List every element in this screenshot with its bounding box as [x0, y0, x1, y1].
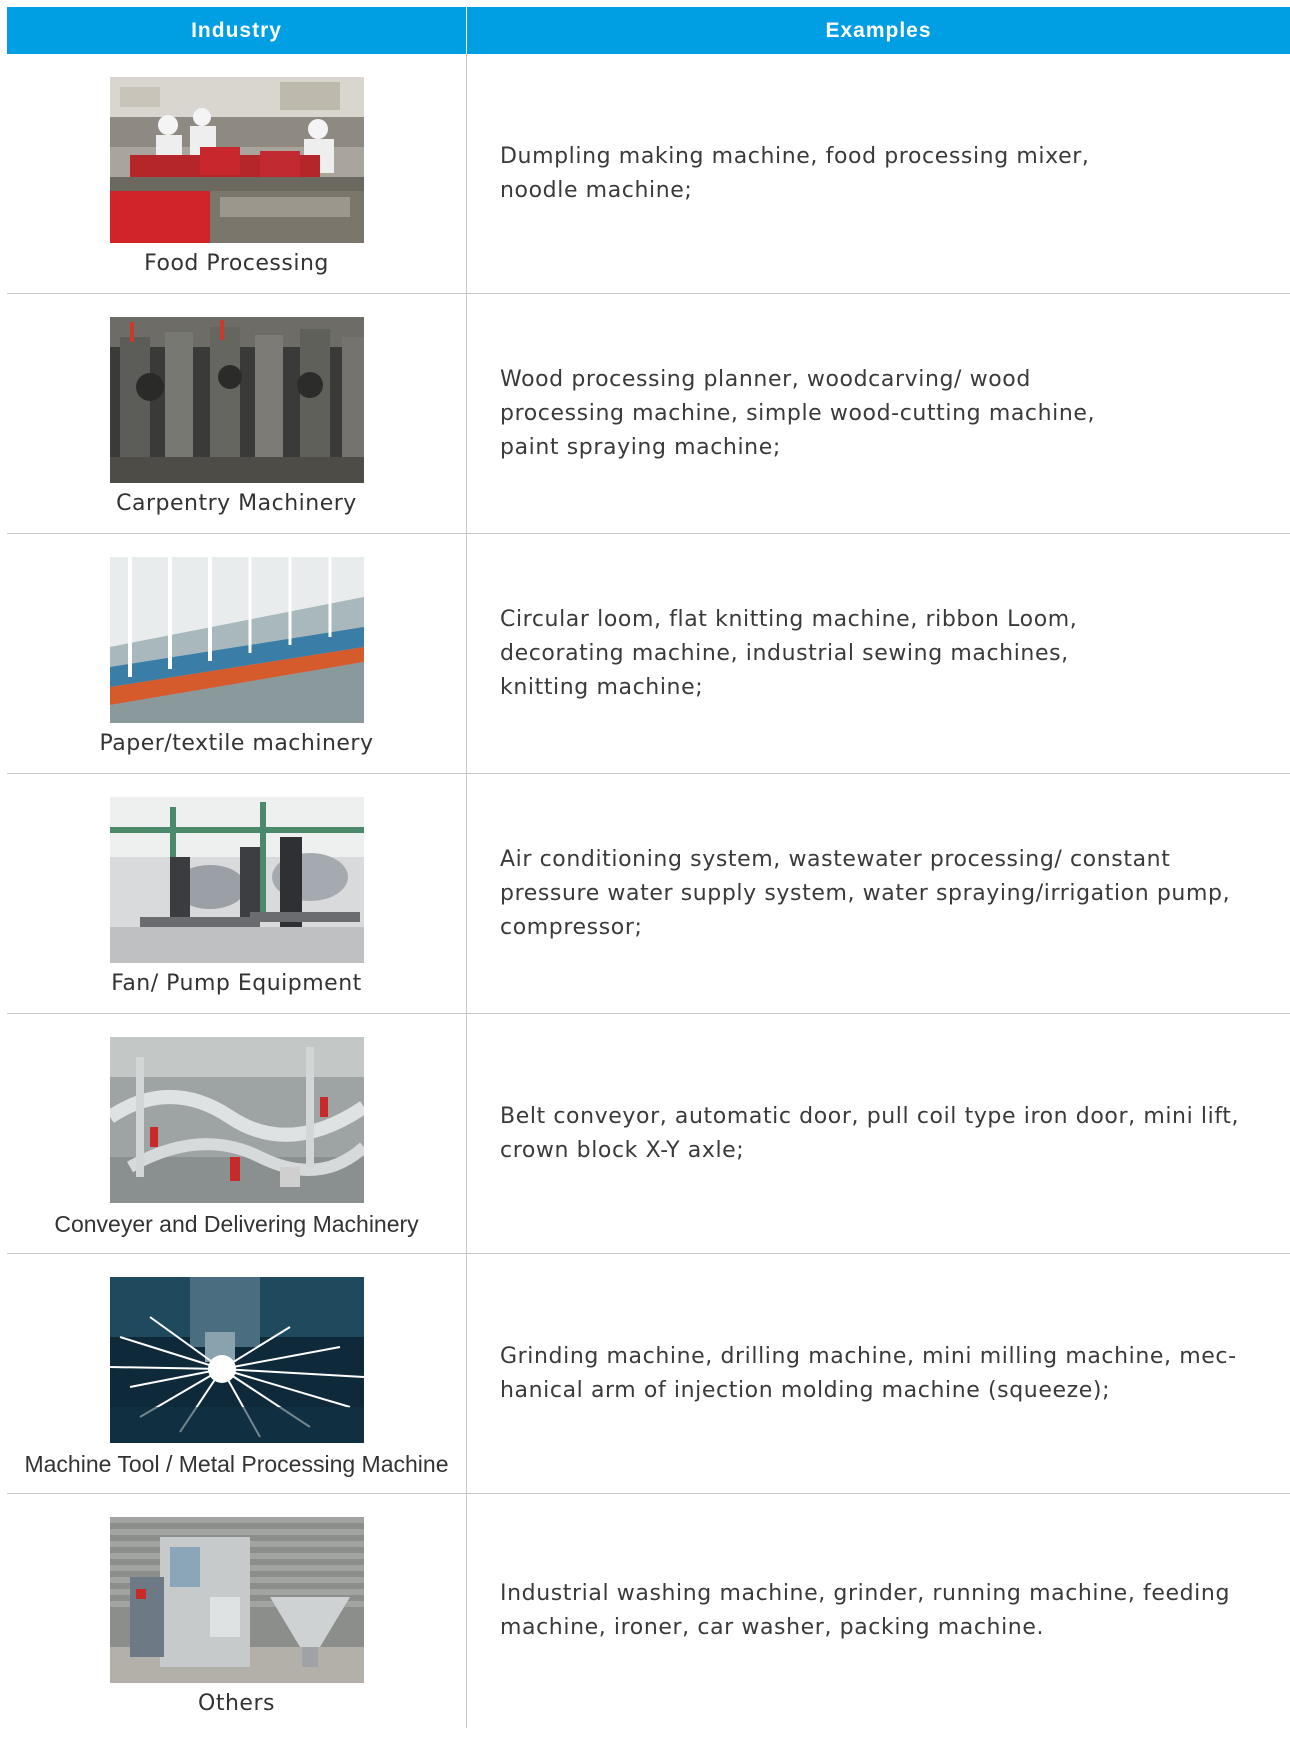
packing-machine-photo — [110, 1517, 364, 1683]
examples-line: crown block X-Y axle; — [500, 1137, 745, 1163]
examples-cell: Dumpling making machine, food processing… — [467, 54, 1290, 293]
industry-cell: Fan/ Pump Equipment — [7, 774, 467, 1013]
examples-line: Grinding machine, drilling machine, mini… — [500, 1343, 1237, 1369]
examples-line: Dumpling making machine, food processing… — [500, 143, 1090, 169]
conveyor-machinery-photo — [110, 1037, 364, 1203]
industry-cell: Conveyer and Delivering Machinery — [7, 1014, 467, 1253]
examples-text: Grinding machine, drilling machine, mini… — [500, 1340, 1237, 1408]
industry-cell: Machine Tool / Metal Processing Machine — [7, 1254, 467, 1493]
examples-text: Circular loom, flat knitting machine, ri… — [500, 603, 1230, 705]
examples-line: Industrial washing machine, grinder, run… — [500, 1581, 1231, 1606]
examples-line: compressor; — [500, 914, 643, 940]
table-row: Conveyer and Delivering Machinery Belt c… — [7, 1014, 1290, 1254]
carpentry-machinery-photo — [110, 317, 364, 483]
examples-line: processing machine, simple wood-cutting … — [500, 400, 1096, 426]
industry-cell: Others — [7, 1494, 467, 1728]
examples-text: Dumpling making machine, food processing… — [500, 140, 1230, 208]
header-industry: Industry — [7, 7, 467, 54]
examples-cell: Industrial washing machine, grinder, run… — [467, 1494, 1290, 1728]
examples-text: Wood processing planner, woodcarving/ wo… — [500, 363, 1230, 465]
pump-equipment-photo — [110, 797, 364, 963]
examples-line: decorating machine, industrial sewing ma… — [500, 640, 1069, 666]
industry-label: Carpentry Machinery — [116, 491, 357, 516]
table-row: Fan/ Pump Equipment Air conditioning sys… — [7, 774, 1290, 1014]
examples-cell: Belt conveyor, automatic door, pull coil… — [467, 1014, 1290, 1253]
examples-line: machine, ironer, car washer, packing mac… — [500, 1615, 1045, 1640]
table-header: Industry Examples — [7, 7, 1290, 54]
textile-machinery-photo — [110, 557, 364, 723]
examples-cell: Air conditioning system, wastewater proc… — [467, 774, 1290, 1013]
industry-label: Machine Tool / Metal Processing Machine — [24, 1451, 449, 1477]
examples-line: Air conditioning system, wastewater proc… — [500, 846, 1171, 872]
food-processing-photo — [110, 77, 364, 243]
industry-label: Conveyer and Delivering Machinery — [54, 1211, 419, 1237]
table-row: Food Processing Dumpling making machine,… — [7, 54, 1290, 294]
header-examples: Examples — [825, 18, 932, 42]
examples-text: Belt conveyor, automatic door, pull coil… — [500, 1100, 1240, 1168]
examples-line: Circular loom, flat knitting machine, ri… — [500, 606, 1078, 632]
table-row: Paper/textile machinery Circular loom, f… — [7, 534, 1290, 774]
examples-cell: Grinding machine, drilling machine, mini… — [467, 1254, 1290, 1493]
examples-line: Belt conveyor, automatic door, pull coil… — [500, 1103, 1240, 1129]
examples-line: noodle machine; — [500, 177, 693, 203]
examples-line: pressure water supply system, water spra… — [500, 880, 1231, 906]
industry-label: Fan/ Pump Equipment — [111, 971, 362, 996]
examples-cell: Wood processing planner, woodcarving/ wo… — [467, 294, 1290, 533]
industry-label: Food Processing — [144, 251, 329, 276]
examples-line: Wood processing planner, woodcarving/ wo… — [500, 366, 1031, 392]
industry-examples-table: Industry Examples Food Processing Dumpli… — [7, 7, 1290, 1728]
examples-text: Air conditioning system, wastewater proc… — [500, 843, 1230, 945]
industry-cell: Carpentry Machinery — [7, 294, 467, 533]
table-row: Others Industrial washing machine, grind… — [7, 1494, 1290, 1728]
table-row: Machine Tool / Metal Processing Machine … — [7, 1254, 1290, 1494]
industry-cell: Food Processing — [7, 54, 467, 293]
industry-label: Paper/textile machinery — [99, 731, 374, 756]
examples-line: hanical arm of injection molding machine… — [500, 1377, 1111, 1403]
table-row: Carpentry Machinery Wood processing plan… — [7, 294, 1290, 534]
examples-line: knitting machine; — [500, 674, 704, 700]
industry-cell: Paper/textile machinery — [7, 534, 467, 773]
examples-line: paint spraying machine; — [500, 434, 781, 460]
industry-label: Others — [198, 1691, 275, 1716]
examples-text: Industrial washing machine, grinder, run… — [500, 1577, 1230, 1645]
examples-cell: Circular loom, flat knitting machine, ri… — [467, 534, 1290, 773]
metal-processing-photo — [110, 1277, 364, 1443]
